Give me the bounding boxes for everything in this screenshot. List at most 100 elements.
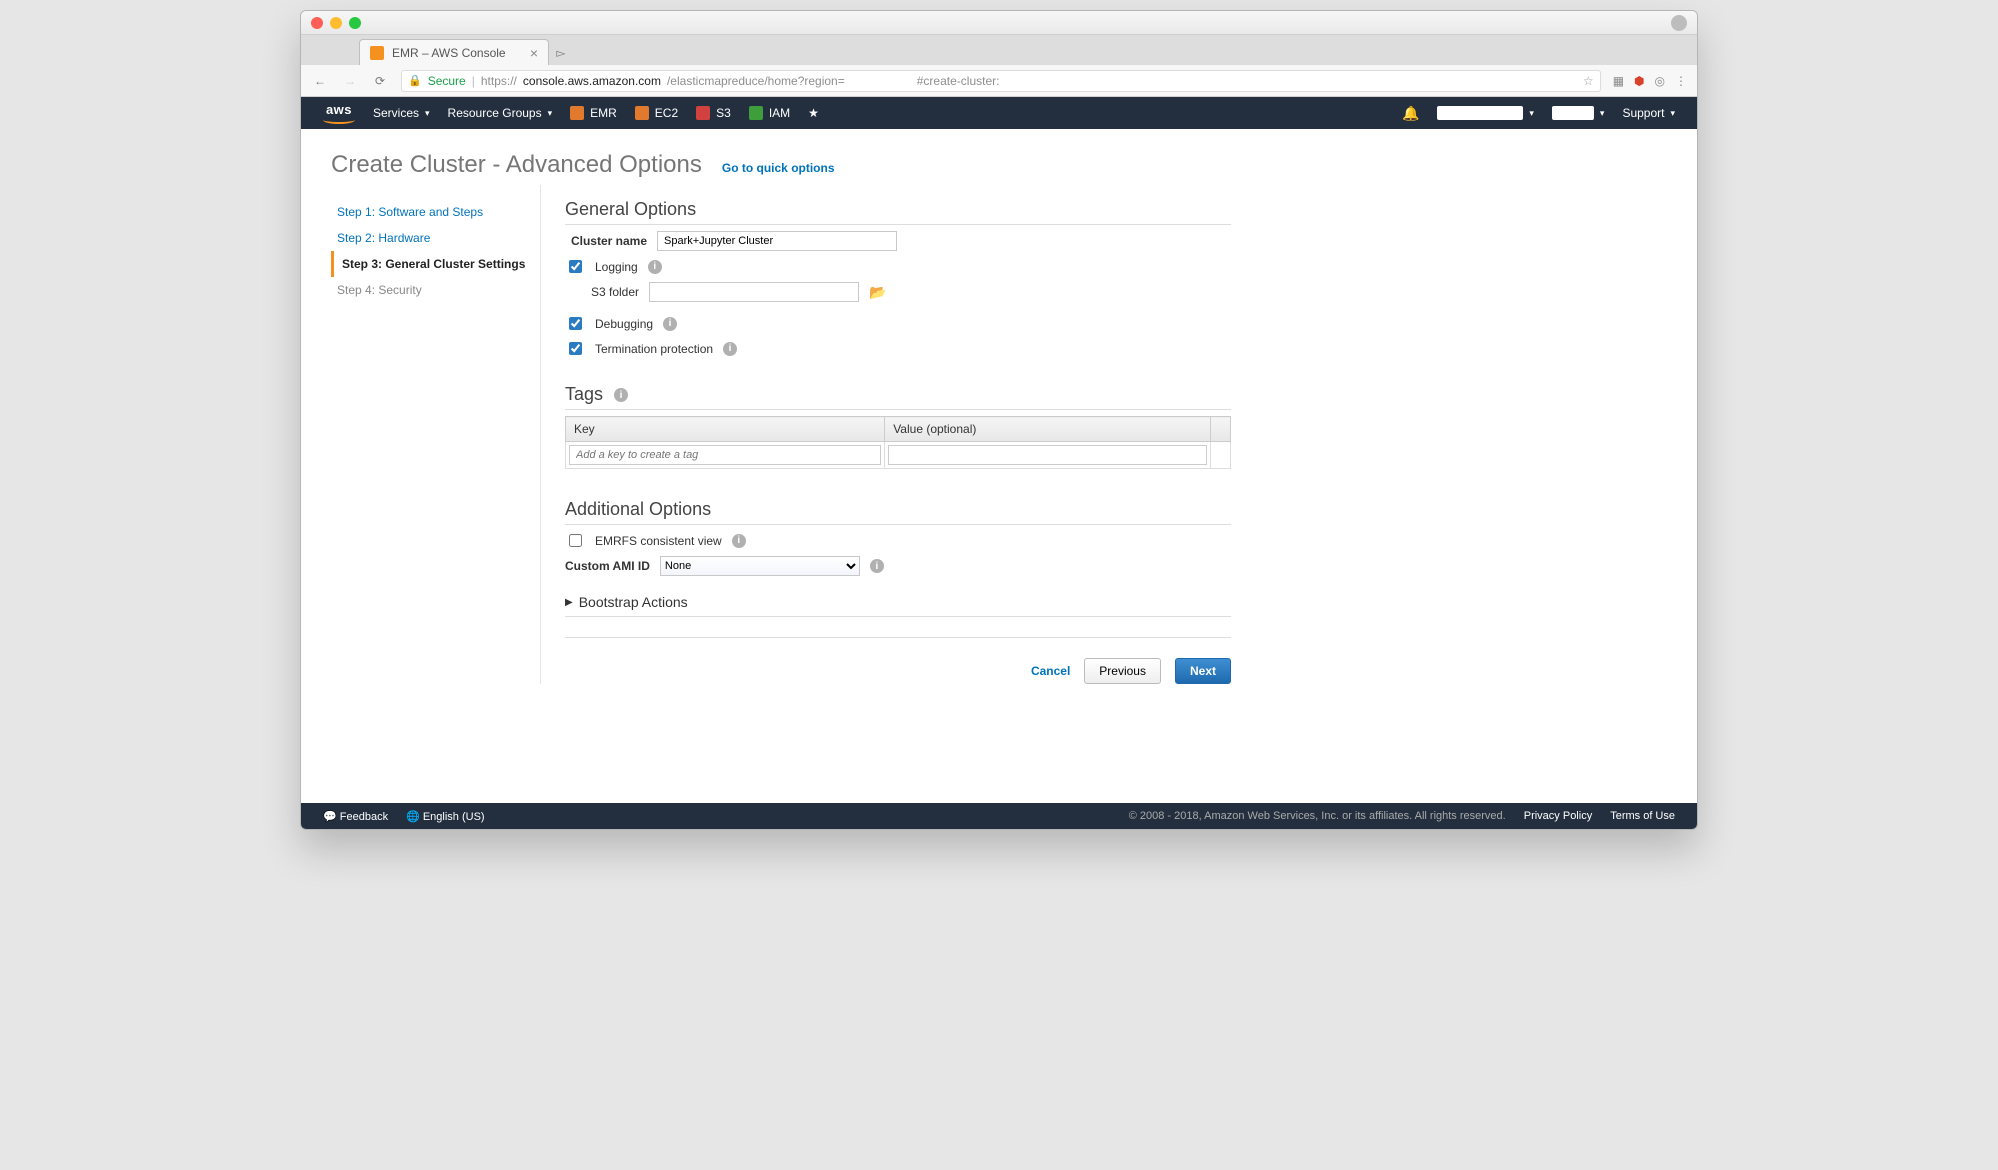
nav-resource-groups[interactable]: Resource Groups ▾ [448,106,553,120]
support-menu[interactable]: Support▾ [1622,106,1675,120]
info-icon[interactable]: i [870,559,884,573]
info-icon[interactable]: i [648,260,662,274]
table-row [566,442,1231,469]
nav-svc-label: S3 [716,106,731,120]
emrfs-checkbox[interactable] [569,534,582,547]
nav-svc-label: EMR [590,106,617,120]
step-1[interactable]: Step 1: Software and Steps [331,199,530,225]
tab-close-icon[interactable]: × [530,46,538,60]
extension-icon[interactable]: ▦ [1613,74,1624,88]
wizard-steps: Step 1: Software and Steps Step 2: Hardw… [331,185,541,684]
step-2[interactable]: Step 2: Hardware [331,225,530,251]
ami-select[interactable]: None [660,556,860,576]
notifications-icon[interactable]: 🔔 [1402,105,1419,122]
nav-svc-iam[interactable]: IAM [749,106,790,120]
info-icon[interactable]: i [732,534,746,548]
account-name-masked [1437,106,1523,120]
chevron-down-icon: ▾ [1600,108,1605,119]
aws-top-nav: aws Services ▾ Resource Groups ▾ EMR EC2 S… [301,97,1697,129]
account-menu[interactable]: ▾ [1437,106,1534,120]
extension-icon[interactable]: ◎ [1655,74,1665,88]
browser-window: EMR – AWS Console × ▻ ← → ⟳ 🔒 Secure | h… [300,10,1698,830]
copyright-text: © 2008 - 2018, Amazon Web Services, Inc.… [1129,810,1506,822]
bucket-icon [696,106,710,120]
cluster-name-label: Cluster name [565,234,647,248]
language-label: English (US) [423,811,485,823]
terms-link[interactable]: Terms of Use [1610,810,1675,822]
previous-button[interactable]: Previous [1084,658,1161,684]
address-bar[interactable]: 🔒 Secure | https://console.aws.amazon.co… [401,70,1601,92]
debugging-checkbox[interactable] [569,317,582,330]
window-zoom-button[interactable] [349,17,361,29]
nav-svc-emr[interactable]: EMR [570,106,617,120]
nav-svc-ec2[interactable]: EC2 [635,106,678,120]
adblock-icon[interactable]: ⬢ [1634,74,1644,88]
bookmark-star-icon[interactable]: ☆ [1583,74,1594,88]
ami-label: Custom AMI ID [565,559,650,573]
next-button[interactable]: Next [1175,658,1231,684]
nav-pin[interactable]: ★ [808,106,819,120]
s3-folder-label: S3 folder [591,285,639,299]
bootstrap-heading: Bootstrap Actions [579,594,688,610]
page-body: Create Cluster - Advanced Options Go to … [301,129,1697,803]
bootstrap-actions-toggle[interactable]: ▶ Bootstrap Actions [565,588,1231,617]
emrfs-label: EMRFS consistent view [595,534,722,548]
nav-resource-groups-label: Resource Groups [448,106,542,120]
url-path: /elasticmapreduce/home?region= [667,74,845,88]
chevron-down-icon: ▾ [425,108,430,119]
window-minimize-button[interactable] [330,17,342,29]
section-general-heading: General Options [565,199,1231,225]
cancel-button[interactable]: Cancel [1031,664,1070,678]
new-tab-button[interactable]: ▻ [549,41,573,65]
page-header: Create Cluster - Advanced Options Go to … [301,129,1697,185]
logging-label: Logging [595,260,638,274]
language-selector[interactable]: 🌐 English (US) [406,810,485,823]
tags-key-header: Key [566,417,885,442]
nav-services[interactable]: Services ▾ [373,106,430,120]
tags-action-header [1211,417,1231,442]
back-button[interactable]: ← [311,72,329,90]
tags-heading-text: Tags [565,384,603,404]
logging-checkbox[interactable] [569,260,582,273]
main-panel: General Options Cluster name Logging i S… [541,185,1241,684]
tags-value-header: Value (optional) [885,417,1211,442]
support-label: Support [1622,106,1664,120]
region-name-masked [1552,106,1594,120]
info-icon[interactable]: i [723,342,737,356]
privacy-link[interactable]: Privacy Policy [1524,810,1592,822]
mac-titlebar [301,11,1697,35]
aws-footer: 💬 Feedback 🌐 English (US) © 2008 - 2018,… [301,803,1697,829]
quick-options-link[interactable]: Go to quick options [722,161,835,175]
s3-folder-input[interactable] [649,282,859,302]
forward-button[interactable]: → [341,72,359,90]
menu-icon[interactable]: ⋮ [1675,74,1687,88]
wizard-footer-buttons: Cancel Previous Next [565,658,1231,684]
chevron-down-icon: ▾ [548,108,553,119]
tab-title: EMR – AWS Console [392,46,506,60]
profile-avatar-icon[interactable] [1671,15,1687,31]
step-3[interactable]: Step 3: General Cluster Settings [331,251,530,277]
key-icon [749,106,763,120]
secure-label: Secure [428,74,466,88]
browser-tab[interactable]: EMR – AWS Console × [359,39,549,65]
info-icon[interactable]: i [663,317,677,331]
nav-svc-label: EC2 [655,106,678,120]
debugging-label: Debugging [595,317,653,331]
region-menu[interactable]: ▾ [1552,106,1605,120]
reload-button[interactable]: ⟳ [371,72,389,90]
url-host: console.aws.amazon.com [523,74,661,88]
tag-value-input[interactable] [888,445,1207,465]
tag-key-input[interactable] [569,445,881,465]
step-4[interactable]: Step 4: Security [331,277,530,303]
cluster-name-input[interactable] [657,231,897,251]
nav-services-label: Services [373,106,419,120]
window-close-button[interactable] [311,17,323,29]
toolbar: ← → ⟳ 🔒 Secure | https://console.aws.ama… [301,65,1697,97]
feedback-link[interactable]: 💬 Feedback [323,810,388,823]
info-icon[interactable]: i [614,388,628,402]
termination-checkbox[interactable] [569,342,582,355]
folder-icon[interactable]: 📂 [869,284,886,301]
aws-logo[interactable]: aws [323,103,355,124]
tab-strip: EMR – AWS Console × ▻ [301,35,1697,65]
nav-svc-s3[interactable]: S3 [696,106,731,120]
